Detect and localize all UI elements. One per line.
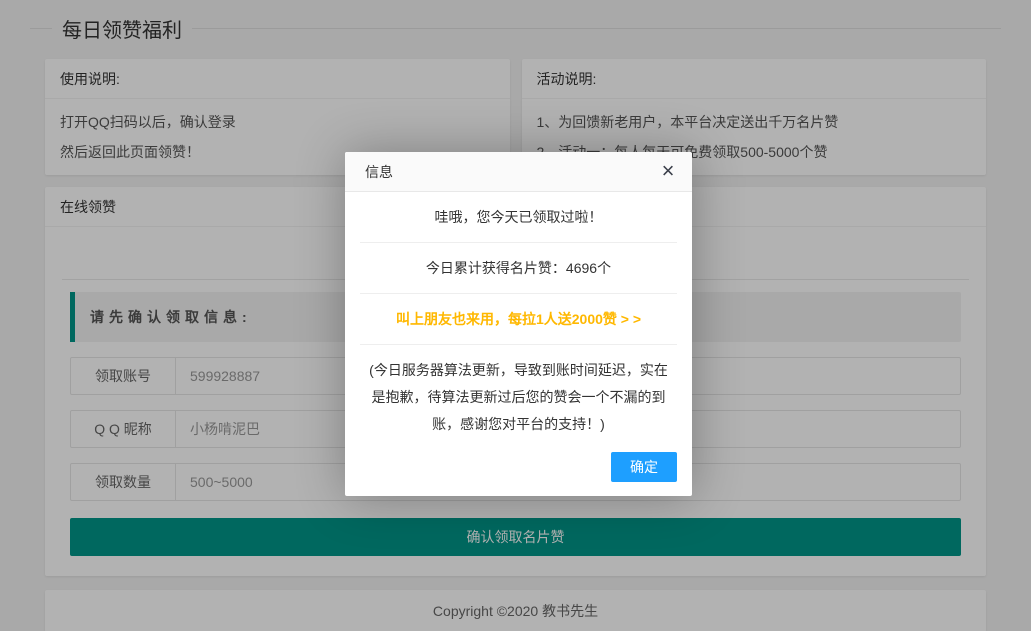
close-icon[interactable]: × xyxy=(656,152,680,192)
info-modal: 信息 × 哇哦，您今天已领取过啦！ 今日累计获得名片赞：4696个 叫上朋友也来… xyxy=(345,152,692,496)
page: 每日领赞福利 使用说明: 打开QQ扫码以后，确认登录 然后返回此页面领赞！ 活动… xyxy=(0,0,1031,631)
server-notice-text: (今日服务器算法更新，导致到账时间延迟，实在是抱歉，待算法更新过后您的赞会一个不… xyxy=(360,345,677,444)
modal-body: 哇哦，您今天已领取过啦！ 今日累计获得名片赞：4696个 叫上朋友也来用，每拉1… xyxy=(345,192,692,444)
modal-header: 信息 × xyxy=(345,152,692,192)
today-total-message: 今日累计获得名片赞：4696个 xyxy=(360,243,677,294)
confirm-button[interactable]: 确定 xyxy=(611,452,677,482)
modal-title: 信息 xyxy=(365,164,393,180)
already-claimed-message: 哇哦，您今天已领取过啦！ xyxy=(360,192,677,243)
invite-friends-link[interactable]: 叫上朋友也来用，每拉1人送2000赞 > > xyxy=(360,294,677,345)
modal-button-area: 确定 xyxy=(345,444,692,496)
